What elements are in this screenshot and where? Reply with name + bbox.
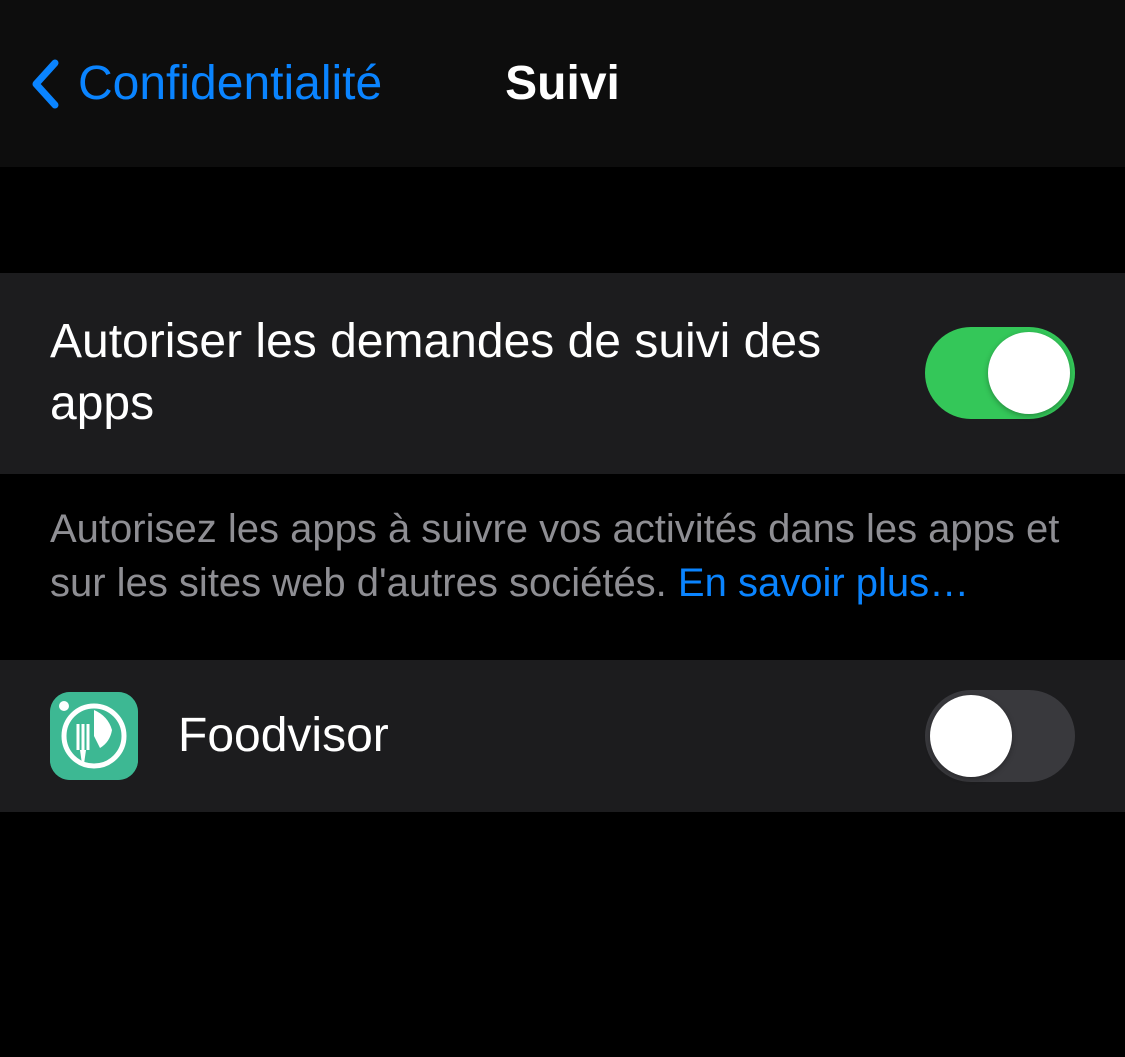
page-title: Suivi <box>505 56 620 111</box>
app-row: Foodvisor <box>0 660 1125 812</box>
back-label: Confidentialité <box>78 56 382 111</box>
learn-more-link[interactable]: En savoir plus… <box>678 561 969 605</box>
app-name-label: Foodvisor <box>178 708 925 763</box>
chevron-left-icon <box>30 59 60 109</box>
app-tracking-toggle[interactable] <box>925 690 1075 782</box>
navigation-bar: Confidentialité Suivi <box>0 0 1125 168</box>
allow-tracking-toggle[interactable] <box>925 327 1075 419</box>
spacer <box>0 168 1125 273</box>
setting-description: Autorisez les apps à suivre vos activité… <box>0 474 1125 660</box>
allow-tracking-label: Autoriser les demandes de suivi des apps <box>50 311 925 436</box>
toggle-knob <box>930 695 1012 777</box>
foodvisor-icon <box>50 692 138 780</box>
toggle-knob <box>988 332 1070 414</box>
back-button[interactable]: Confidentialité <box>30 56 382 111</box>
allow-tracking-requests-row: Autoriser les demandes de suivi des apps <box>0 273 1125 474</box>
